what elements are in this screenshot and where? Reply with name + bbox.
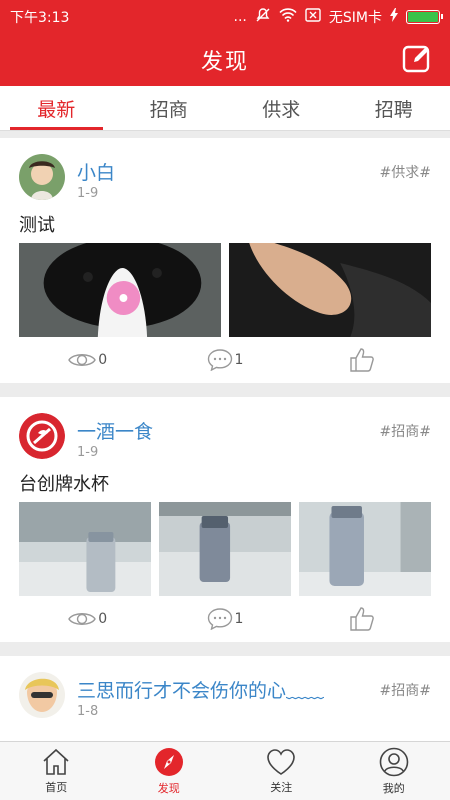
- nav-follow-label: 关注: [270, 780, 293, 794]
- tab-latest[interactable]: 最新: [0, 86, 113, 130]
- status-bar: 下午3:13 ... 无SIM卡: [0, 0, 450, 33]
- post-image[interactable]: [19, 502, 151, 596]
- nav-profile[interactable]: 我的: [338, 742, 450, 800]
- battery-icon: [406, 9, 443, 24]
- avatar[interactable]: [19, 413, 65, 459]
- post-image[interactable]: [229, 243, 431, 337]
- app-bar: 发现: [0, 33, 450, 86]
- mute-icon: [255, 7, 271, 27]
- post-card[interactable]: 三思而行才不会伤你的心﹏﹏ 1-8 #招商#: [0, 656, 450, 741]
- comment-count[interactable]: 1: [156, 349, 293, 371]
- post-date: 1-8: [77, 704, 99, 719]
- charging-icon: [390, 7, 398, 26]
- post-card[interactable]: 小白 1-9 #供求# 测试 0 1: [0, 138, 450, 383]
- like-button[interactable]: [294, 347, 431, 373]
- nav-discover[interactable]: 发现: [113, 742, 226, 800]
- post-text: 台创牌水杯: [19, 474, 109, 495]
- edit-icon: [402, 45, 430, 73]
- comment-count-value: 1: [234, 352, 244, 368]
- comment-count[interactable]: 1: [156, 608, 293, 630]
- thumbs-up-icon: [350, 348, 375, 372]
- post-image[interactable]: [19, 243, 221, 337]
- nav-follow[interactable]: 关注: [225, 742, 338, 800]
- post-image[interactable]: [299, 502, 431, 596]
- avatar[interactable]: [19, 154, 65, 200]
- category-tabs: 最新 招商 供求 招聘: [0, 86, 450, 131]
- status-dots: ...: [233, 8, 247, 25]
- eye-icon: [68, 354, 97, 366]
- view-count[interactable]: 0: [19, 351, 156, 369]
- status-time: 下午3:13: [10, 9, 70, 26]
- nav-home-label: 首页: [45, 780, 68, 794]
- nav-home[interactable]: 首页: [0, 742, 113, 800]
- post-text: [19, 727, 431, 741]
- post-date: 1-9: [77, 186, 99, 201]
- view-count[interactable]: 0: [19, 610, 156, 628]
- edit-button[interactable]: [402, 43, 432, 73]
- heart-icon: [267, 748, 296, 775]
- sim-icon: [305, 7, 321, 26]
- post-date: 1-9: [77, 445, 99, 460]
- eye-icon: [68, 613, 97, 625]
- home-icon: [43, 748, 69, 775]
- bottom-navigation: 首页 发现 关注 我的: [0, 741, 450, 800]
- comment-icon: [207, 608, 232, 630]
- sim-status: 无SIM卡: [328, 9, 382, 26]
- post-image[interactable]: [159, 502, 291, 596]
- compass-icon: [154, 747, 183, 776]
- view-count-value: 0: [98, 352, 108, 368]
- comment-icon: [207, 349, 232, 371]
- tab-supply-demand[interactable]: 供求: [225, 86, 338, 130]
- avatar[interactable]: [19, 672, 65, 718]
- tab-investment[interactable]: 招商: [113, 86, 226, 130]
- tab-recruitment[interactable]: 招聘: [338, 86, 450, 130]
- username[interactable]: 一酒一食: [77, 417, 153, 444]
- thumbs-up-icon: [350, 607, 375, 631]
- like-button[interactable]: [294, 606, 431, 632]
- nav-profile-label: 我的: [382, 781, 405, 795]
- nav-discover-label: 发现: [157, 781, 180, 795]
- post-category-tag[interactable]: #招商#: [380, 421, 431, 441]
- post-card[interactable]: 一酒一食 1-9 #招商# 台创牌水杯 0 1: [0, 397, 450, 642]
- wifi-icon: [279, 7, 297, 26]
- post-text: 测试: [19, 215, 55, 236]
- username[interactable]: 小白: [77, 158, 115, 185]
- view-count-value: 0: [98, 611, 108, 627]
- post-category-tag[interactable]: #招商#: [380, 680, 431, 700]
- username[interactable]: 三思而行才不会伤你的心﹏﹏: [77, 676, 324, 703]
- post-category-tag[interactable]: #供求#: [380, 162, 431, 182]
- user-icon: [379, 747, 409, 776]
- post-feed: 小白 1-9 #供求# 测试 0 1 一酒一食 1-9 #招商# 台创牌水杯 0…: [0, 138, 450, 741]
- page-title: 发现: [200, 49, 249, 75]
- comment-count-value: 1: [234, 611, 244, 627]
